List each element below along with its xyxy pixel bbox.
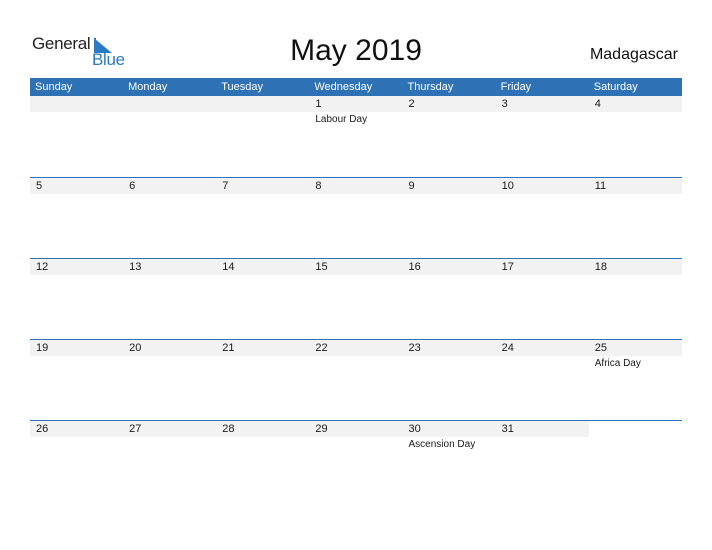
day-number-band xyxy=(402,96,496,112)
week-row: 26 27 28 29 30 Ascension Day 31 xyxy=(30,420,682,502)
day-number: 26 xyxy=(36,423,49,435)
day-number: 4 xyxy=(594,98,601,110)
day-cell[interactable]: 13 xyxy=(123,259,217,340)
day-number-band xyxy=(30,96,124,112)
weekday-header: Sunday Monday Tuesday Wednesday Thursday… xyxy=(30,78,682,96)
day-cell[interactable]: 10 xyxy=(495,178,589,259)
day-number-band xyxy=(30,178,124,194)
day-cell[interactable]: 28 xyxy=(216,421,310,502)
day-cell[interactable]: 16 xyxy=(402,259,496,340)
empty-day-cell xyxy=(30,96,124,177)
day-number: 27 xyxy=(129,423,142,435)
day-cell[interactable]: 30 Ascension Day xyxy=(402,421,496,502)
day-number-band xyxy=(309,96,403,112)
day-number: 17 xyxy=(501,261,514,273)
day-cell[interactable]: 25 Africa Day xyxy=(588,340,682,421)
day-number: 25 xyxy=(594,342,607,354)
day-cell[interactable]: 23 xyxy=(402,340,496,421)
weekday-friday: Friday xyxy=(500,81,532,93)
day-number: 9 xyxy=(408,180,415,192)
day-cell[interactable]: 4 xyxy=(588,96,682,177)
weekday-thursday: Thursday xyxy=(407,81,454,93)
empty-day-cell xyxy=(589,421,682,502)
day-number: 21 xyxy=(222,342,235,354)
day-number: 12 xyxy=(36,261,49,273)
day-cell[interactable]: 31 xyxy=(495,421,589,502)
day-cell[interactable]: 7 xyxy=(216,178,310,259)
day-number: 23 xyxy=(408,342,421,354)
day-number-band xyxy=(123,178,217,194)
day-cell[interactable]: 26 xyxy=(30,421,124,502)
day-number: 14 xyxy=(222,261,235,273)
day-cell[interactable]: 14 xyxy=(216,259,310,340)
day-cell[interactable]: 15 xyxy=(309,259,403,340)
day-cell[interactable]: 20 xyxy=(123,340,217,421)
day-number: 31 xyxy=(501,423,514,435)
weekday-monday: Monday xyxy=(128,81,168,93)
holiday-label: Ascension Day xyxy=(408,439,476,450)
day-cell[interactable]: 19 xyxy=(30,340,124,421)
day-number: 16 xyxy=(408,261,421,273)
holiday-label: Africa Day xyxy=(594,358,641,369)
day-number-band xyxy=(309,178,403,194)
day-cell[interactable]: 6 xyxy=(123,178,217,259)
day-number: 8 xyxy=(315,180,322,192)
day-number: 1 xyxy=(315,98,322,110)
week-row: 19 20 21 22 23 24 25 Africa Day xyxy=(30,339,682,421)
weekday-wednesday: Wednesday xyxy=(314,81,373,93)
day-cell[interactable]: 9 xyxy=(402,178,496,259)
day-number: 19 xyxy=(36,342,49,354)
day-number-band xyxy=(216,178,310,194)
day-number: 13 xyxy=(129,261,142,273)
day-number: 5 xyxy=(36,180,43,192)
day-cell[interactable]: 29 xyxy=(309,421,403,502)
weekday-tuesday: Tuesday xyxy=(221,81,264,93)
day-number-band xyxy=(495,96,589,112)
day-number-band xyxy=(589,421,682,437)
week-row: 5 6 7 8 9 10 11 xyxy=(30,177,682,259)
day-number: 18 xyxy=(594,261,607,273)
day-cell[interactable]: 17 xyxy=(495,259,589,340)
day-number: 20 xyxy=(129,342,142,354)
day-cell[interactable]: 8 xyxy=(309,178,403,259)
day-cell[interactable]: 3 xyxy=(495,96,589,177)
weekday-sunday: Sunday xyxy=(35,81,73,93)
day-number: 6 xyxy=(129,180,136,192)
empty-day-cell xyxy=(123,96,217,177)
day-number-band xyxy=(402,178,496,194)
country-label: Madagascar xyxy=(589,46,678,63)
empty-day-cell xyxy=(216,96,310,177)
day-cell[interactable]: 2 xyxy=(402,96,496,177)
day-number: 24 xyxy=(501,342,514,354)
holiday-label: Labour Day xyxy=(315,114,368,125)
day-number: 7 xyxy=(222,180,229,192)
day-number-band xyxy=(588,96,682,112)
day-number: 11 xyxy=(594,180,607,192)
day-cell[interactable]: 21 xyxy=(216,340,310,421)
day-number: 10 xyxy=(501,180,514,192)
day-cell[interactable]: 11 xyxy=(588,178,682,259)
day-number: 2 xyxy=(408,98,415,110)
day-number-band xyxy=(216,96,310,112)
day-number: 28 xyxy=(222,423,235,435)
day-cell[interactable]: 1 Labour Day xyxy=(309,96,403,177)
day-number: 3 xyxy=(501,98,508,110)
day-cell[interactable]: 22 xyxy=(309,340,403,421)
day-number: 15 xyxy=(315,261,328,273)
week-row: 12 13 14 15 16 17 18 xyxy=(30,258,682,340)
day-number: 30 xyxy=(408,423,421,435)
day-cell[interactable]: 27 xyxy=(123,421,217,502)
day-number: 29 xyxy=(315,423,328,435)
day-cell[interactable]: 18 xyxy=(588,259,682,340)
day-cell[interactable]: 5 xyxy=(30,178,124,259)
week-row: 1 Labour Day 2 3 4 xyxy=(30,96,682,177)
weekday-saturday: Saturday xyxy=(593,81,638,93)
day-number: 22 xyxy=(315,342,328,354)
day-cell[interactable]: 24 xyxy=(495,340,589,421)
day-number-band xyxy=(123,96,217,112)
day-cell[interactable]: 12 xyxy=(30,259,124,340)
